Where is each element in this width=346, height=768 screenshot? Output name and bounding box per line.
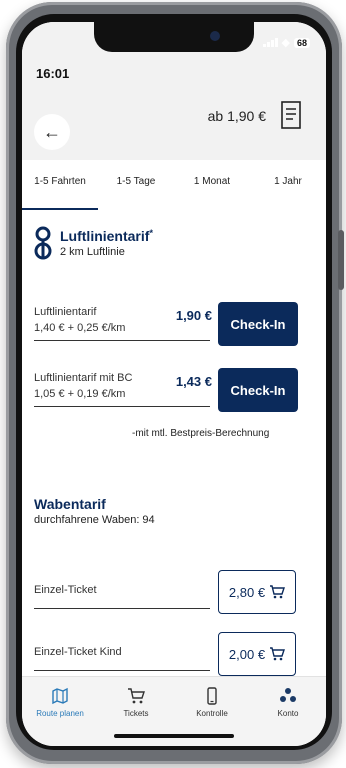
- price-from: ab 1,90 €: [207, 108, 266, 124]
- nav-konto[interactable]: Konto: [250, 677, 326, 746]
- fare-detail: 1,40 € + 0,25 €/km: [34, 322, 126, 334]
- ticket-name: Einzel-Ticket: [34, 584, 97, 596]
- cart-icon: [128, 688, 145, 704]
- ticket-row: Einzel-Ticket 2,80 €: [34, 570, 314, 620]
- phone-icon: [207, 687, 217, 705]
- tab-1-5-tage[interactable]: 1-5 Tage: [98, 172, 174, 210]
- tab-1-5-fahrten[interactable]: 1-5 Fahrten: [22, 172, 98, 210]
- fare-price: 1,43 €: [175, 374, 212, 389]
- notch: [94, 22, 254, 52]
- ticket-price: 2,80 €: [228, 584, 266, 600]
- title-asterisk: *: [149, 228, 153, 238]
- signal-icon: [262, 38, 278, 47]
- bestpreis-note: -mit mtl. Bestpreis-Berechnung: [132, 428, 270, 439]
- back-arrow-icon: ←: [43, 121, 61, 142]
- divider: [34, 340, 210, 341]
- wabentarif-title: Wabentarif: [34, 496, 106, 512]
- battery-badge: 68: [293, 37, 310, 48]
- fare-detail: 1,05 € + 0,19 €/km: [34, 388, 126, 400]
- nav-route-planen[interactable]: Route planen: [22, 677, 98, 746]
- nav-label: Tickets: [123, 709, 149, 718]
- account-icon: [280, 688, 296, 702]
- wifi-icon: ◆: [281, 37, 290, 49]
- fare-name: Luftlinientarif mit BC: [34, 372, 133, 384]
- check-in-bc-button[interactable]: Check-In: [218, 368, 298, 412]
- cart-icon: [270, 647, 286, 661]
- fare-name: Luftlinientarif: [34, 306, 97, 318]
- home-indicator: [114, 734, 234, 738]
- cart-icon: [270, 585, 286, 599]
- ticket-price: 2,00 €: [228, 646, 266, 662]
- status-time: 16:01: [36, 66, 70, 81]
- location-pin-icon: [34, 226, 52, 260]
- nav-label: Route planen: [36, 709, 84, 718]
- divider: [34, 608, 210, 609]
- luftlinie-title: Luftlinientarif*: [60, 228, 153, 244]
- check-in-button[interactable]: Check-In: [218, 302, 298, 346]
- side-button: [338, 230, 344, 290]
- ticket-receipt-icon[interactable]: [280, 100, 302, 130]
- nav-label: Konto: [277, 709, 299, 718]
- back-button[interactable]: ←: [34, 114, 70, 150]
- divider: [34, 406, 210, 407]
- tab-1-jahr[interactable]: 1 Jahr: [250, 172, 326, 210]
- ticket-name: Einzel-Ticket Kind: [34, 646, 122, 658]
- ticket-row: Einzel-Ticket Kind 2,00 €: [34, 632, 314, 682]
- camera-dot: [210, 31, 220, 41]
- app-screen: ◆ 68 16:01 ← ab 1,90 € 1-5 Fahrten 1-5 T…: [22, 22, 326, 746]
- fare-row: Luftlinientarif 1,40 € + 0,25 €/km 1,90 …: [34, 302, 314, 352]
- status-icons: ◆ 68: [262, 36, 310, 49]
- divider: [34, 670, 210, 671]
- add-ticket-button[interactable]: 2,80 €: [218, 570, 296, 614]
- tab-1-monat[interactable]: 1 Monat: [174, 172, 250, 210]
- map-icon: [52, 687, 68, 705]
- tab-bar: 1-5 Fahrten 1-5 Tage 1 Monat 1 Jahr: [22, 172, 326, 210]
- wabentarif-subtitle: durchfahrene Waben: 94: [34, 514, 155, 526]
- nav-label: Kontrolle: [196, 709, 228, 718]
- fare-price: 1,90 €: [175, 308, 212, 323]
- add-ticket-button[interactable]: 2,00 €: [218, 632, 296, 676]
- fare-row: Luftlinientarif mit BC 1,05 € + 0,19 €/k…: [34, 368, 314, 418]
- luftlinie-subtitle: 2 km Luftlinie: [60, 246, 125, 258]
